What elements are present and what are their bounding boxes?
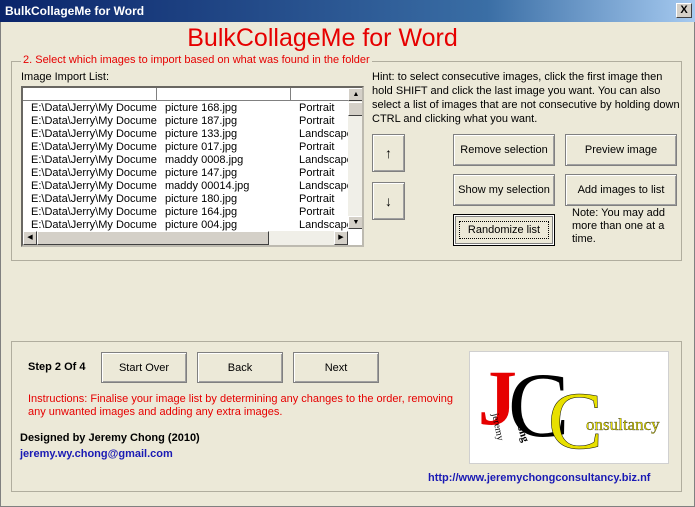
- arrow-up-icon: ↑: [385, 145, 392, 161]
- list-item-path: E:\Data\Jerry\My Docume: [31, 154, 157, 166]
- logo-word: onsultancy: [586, 415, 660, 434]
- list-item-path: E:\Data\Jerry\My Docume: [31, 206, 157, 218]
- list-item-filename: picture 017.jpg: [165, 141, 238, 153]
- list-item[interactable]: E:\Data\Jerry\My Docume picture 164.jpg Po…: [23, 206, 348, 219]
- column-header-filename[interactable]: [157, 88, 291, 101]
- list-item-orientation: Landscape: [299, 180, 353, 192]
- app-title: BulkCollageMe for Word: [187, 24, 458, 52]
- image-import-list[interactable]: E:\Data\Jerry\My Docume picture 168.jpg Po…: [21, 86, 364, 247]
- list-item-path: E:\Data\Jerry\My Docume: [31, 115, 157, 127]
- column-header-orientation[interactable]: [291, 88, 348, 101]
- list-item[interactable]: E:\Data\Jerry\My Docume picture 133.jpg La…: [23, 128, 353, 141]
- list-item-filename: picture 004.jpg: [165, 219, 238, 231]
- list-item-path: E:\Data\Jerry\My Docume: [31, 180, 157, 192]
- step-indicator: Step 2 Of 4: [28, 361, 86, 373]
- image-import-list-label: Image Import List:: [21, 71, 110, 83]
- list-item-orientation: Landscape: [299, 128, 353, 140]
- list-item[interactable]: E:\Data\Jerry\My Docume picture 168.jpg Po…: [23, 102, 348, 115]
- show-selection-label: Show my selection: [458, 184, 550, 196]
- designer-email-link[interactable]: jeremy.wy.chong@gmail.com: [20, 448, 173, 460]
- list-item-filename: maddy 00014.jpg: [165, 180, 250, 192]
- vertical-scrollbar[interactable]: ▲ ▼: [348, 88, 362, 229]
- back-label: Back: [227, 361, 253, 374]
- horizontal-scroll-thumb[interactable]: [37, 231, 269, 245]
- window-titlebar[interactable]: BulkCollageMe for Word X: [0, 0, 695, 22]
- list-item-filename: picture 187.jpg: [165, 115, 238, 127]
- list-item-path: E:\Data\Jerry\My Docume: [31, 193, 157, 205]
- remove-selection-label: Remove selection: [460, 144, 548, 156]
- list-item-filename: maddy 0008.jpg: [165, 154, 244, 166]
- list-item-filename: picture 168.jpg: [165, 102, 238, 114]
- add-images-button[interactable]: Add images to list: [565, 174, 677, 206]
- selection-hint: Hint: to select consecutive images, clic…: [372, 71, 680, 125]
- list-item-filename: picture 133.jpg: [165, 128, 238, 140]
- move-down-button[interactable]: ↓: [372, 182, 405, 220]
- list-item-orientation: Portrait: [299, 167, 335, 179]
- list-item-path: E:\Data\Jerry\My Docume: [31, 167, 157, 179]
- next-button[interactable]: Next: [293, 352, 379, 383]
- scroll-right-icon[interactable]: ▶: [334, 231, 348, 245]
- list-item-filename: picture 180.jpg: [165, 193, 238, 205]
- back-button[interactable]: Back: [197, 352, 283, 383]
- scroll-up-icon[interactable]: ▲: [348, 88, 362, 101]
- list-item[interactable]: E:\Data\Jerry\My Docume maddy 0008.jpg Lan…: [23, 154, 353, 167]
- preview-image-button[interactable]: Preview image: [565, 134, 677, 166]
- list-item[interactable]: E:\Data\Jerry\My Docume maddy 00014.jpg La…: [23, 180, 353, 193]
- scroll-left-icon[interactable]: ◀: [23, 231, 37, 245]
- designer-credit: Designed by Jeremy Chong (2010): [20, 432, 200, 444]
- start-over-label: Start Over: [118, 361, 170, 374]
- list-item-orientation: Landscape: [299, 154, 353, 166]
- company-logo: J C C onsultancy jeremy chong: [469, 351, 669, 466]
- scroll-down-icon[interactable]: ▼: [348, 216, 362, 229]
- list-item[interactable]: E:\Data\Jerry\My Docume picture 147.jpg Po…: [23, 167, 348, 180]
- list-item-path: E:\Data\Jerry\My Docume: [31, 219, 157, 231]
- list-item-filename: picture 164.jpg: [165, 206, 238, 218]
- list-item-orientation: Portrait: [299, 206, 335, 218]
- start-over-button[interactable]: Start Over: [101, 352, 187, 383]
- preview-image-label: Preview image: [584, 144, 658, 156]
- list-item-path: E:\Data\Jerry\My Docume: [31, 128, 157, 140]
- website-link[interactable]: http://www.jeremychongconsultancy.biz.nf: [428, 472, 650, 484]
- list-item-filename: picture 147.jpg: [165, 167, 238, 179]
- list-item[interactable]: E:\Data\Jerry\My Docume picture 187.jpg Po…: [23, 115, 348, 128]
- list-item-orientation: Portrait: [299, 141, 335, 153]
- horizontal-scrollbar[interactable]: ◀ ▶: [23, 231, 348, 245]
- instructions-text: Instructions: Finalise your image list b…: [28, 393, 453, 418]
- vertical-scroll-thumb[interactable]: [348, 102, 362, 116]
- arrow-down-icon: ↓: [385, 193, 392, 209]
- move-up-button[interactable]: ↑: [372, 134, 405, 172]
- list-item-orientation: Portrait: [299, 115, 335, 127]
- show-selection-button[interactable]: Show my selection: [453, 174, 555, 206]
- list-item-path: E:\Data\Jerry\My Docume: [31, 102, 157, 114]
- window-title: BulkCollageMe for Word: [5, 4, 145, 18]
- add-images-note: Note: You may add more than one at a tim…: [572, 207, 665, 245]
- import-group-legend: 2. Select which images to import based o…: [21, 54, 372, 66]
- list-item-path: E:\Data\Jerry\My Docume: [31, 141, 157, 153]
- logo-graphic: J C C onsultancy jeremy chong: [478, 354, 660, 466]
- list-column-headers: [23, 88, 348, 101]
- list-item[interactable]: E:\Data\Jerry\My Docume picture 017.jpg Po…: [23, 141, 348, 154]
- remove-selection-button[interactable]: Remove selection: [453, 134, 555, 166]
- close-button[interactable]: X: [676, 3, 692, 18]
- close-icon: X: [680, 4, 688, 16]
- randomize-list-button[interactable]: Randomize list: [453, 214, 555, 246]
- add-images-label: Add images to list: [577, 184, 665, 196]
- list-item-orientation: Portrait: [299, 193, 335, 205]
- randomize-list-label: Randomize list: [458, 221, 550, 239]
- list-item-orientation: Portrait: [299, 102, 335, 114]
- list-item-orientation: Landscape: [299, 219, 353, 231]
- column-header-path[interactable]: [23, 88, 157, 101]
- list-item[interactable]: E:\Data\Jerry\My Docume picture 180.jpg Po…: [23, 193, 348, 206]
- next-label: Next: [324, 361, 348, 374]
